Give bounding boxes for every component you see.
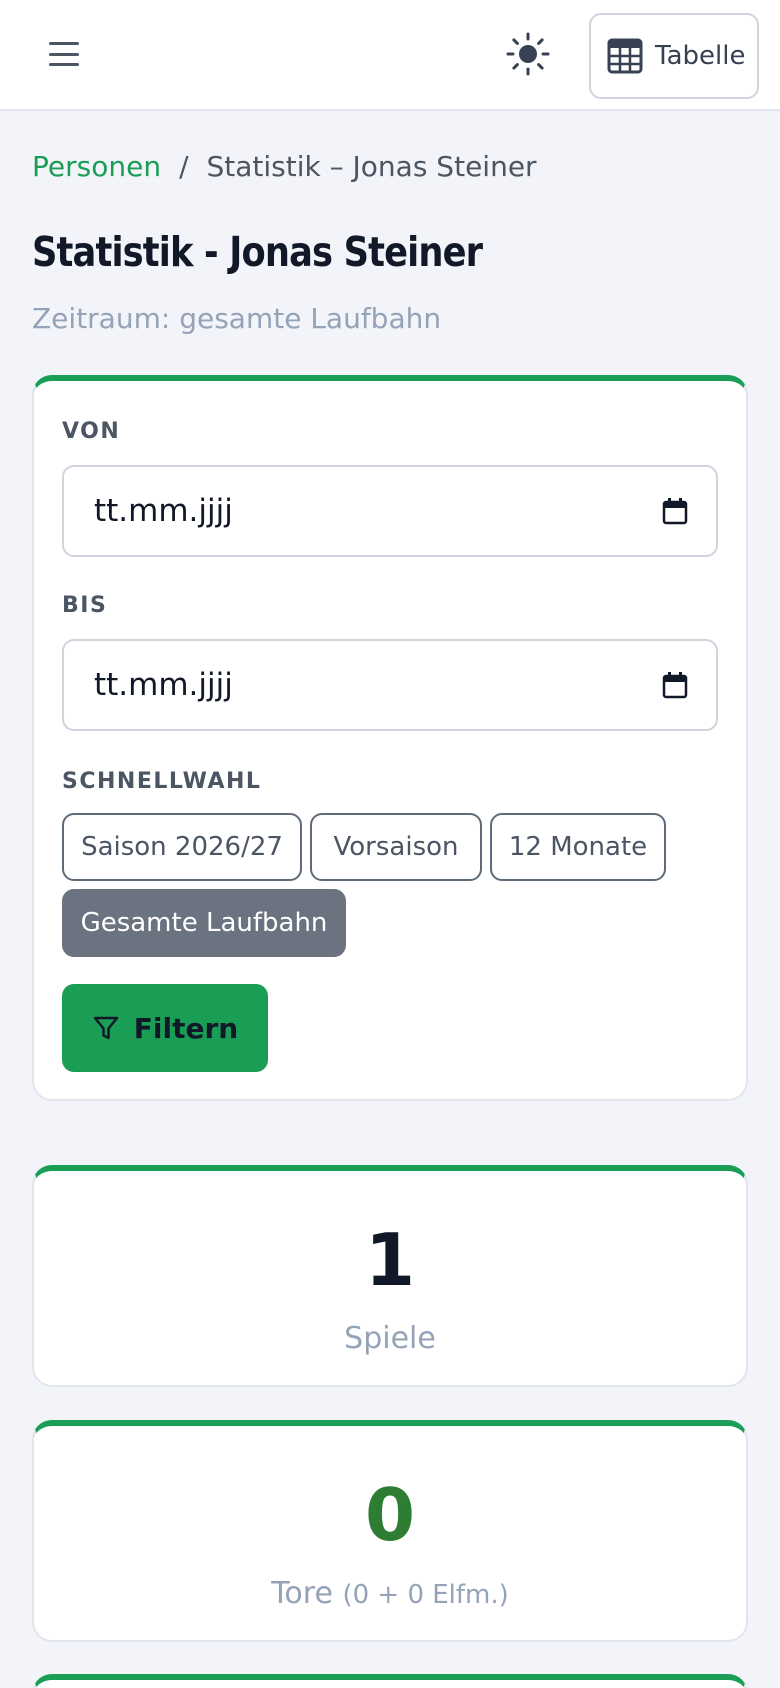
breadcrumb-link-personen[interactable]: Personen bbox=[32, 150, 161, 183]
table-button-label: Tabelle bbox=[655, 41, 746, 71]
goals-label-row: Tore (0 + 0 Elfm.) bbox=[34, 1576, 746, 1611]
quick-select-career[interactable]: Gesamte Laufbahn bbox=[62, 889, 346, 957]
to-date-input[interactable]: tt.mm.jjjj bbox=[62, 639, 718, 731]
table-view-button[interactable]: Tabelle bbox=[589, 13, 759, 99]
page-title: Statistik - Jonas Steiner bbox=[32, 228, 483, 276]
filter-button-label: Filtern bbox=[133, 1011, 239, 1045]
games-count: 1 bbox=[364, 1218, 416, 1302]
calendar-icon[interactable] bbox=[662, 671, 688, 699]
breadcrumb: Personen / Statistik – Jonas Steiner bbox=[32, 150, 537, 183]
from-date-value: tt.mm.jjjj bbox=[94, 493, 233, 529]
quick-select-12-months[interactable]: 12 Monate bbox=[490, 813, 666, 881]
breadcrumb-current: Statistik – Jonas Steiner bbox=[206, 150, 537, 183]
from-date-input[interactable]: tt.mm.jjjj bbox=[62, 465, 718, 557]
stat-card-goals: 0 Tore (0 + 0 Elfm.) bbox=[32, 1420, 748, 1642]
from-date-label: VON bbox=[62, 419, 121, 444]
quick-select-label: SCHNELLWAHL bbox=[62, 769, 262, 794]
to-date-label: BIS bbox=[62, 593, 108, 618]
calendar-icon[interactable] bbox=[662, 497, 688, 525]
games-label: Spiele bbox=[344, 1321, 436, 1356]
funnel-icon bbox=[93, 1016, 119, 1040]
goals-detail: (0 + 0 Elfm.) bbox=[342, 1580, 509, 1610]
goals-label: Tore bbox=[271, 1576, 343, 1611]
filter-button[interactable]: Filtern bbox=[62, 984, 268, 1072]
table-grid-icon bbox=[607, 38, 643, 74]
filter-card: VON tt.mm.jjjj BIS tt.mm.jjjj SCHNELLWAH… bbox=[32, 375, 748, 1101]
stat-card-next bbox=[32, 1674, 748, 1688]
breadcrumb-separator: / bbox=[179, 150, 189, 183]
stat-card-games: 1 Spiele bbox=[32, 1165, 748, 1387]
top-navigation-bar: Tabelle bbox=[0, 0, 780, 111]
goals-count: 0 bbox=[364, 1473, 416, 1557]
to-date-value: tt.mm.jjjj bbox=[94, 667, 233, 703]
sun-icon[interactable] bbox=[504, 30, 552, 78]
quick-select-season[interactable]: Saison 2026/27 bbox=[62, 813, 302, 881]
quick-select-previous-season[interactable]: Vorsaison bbox=[310, 813, 482, 881]
page-subtitle: Zeitraum: gesamte Laufbahn bbox=[32, 302, 442, 335]
hamburger-menu-icon[interactable] bbox=[44, 37, 84, 71]
